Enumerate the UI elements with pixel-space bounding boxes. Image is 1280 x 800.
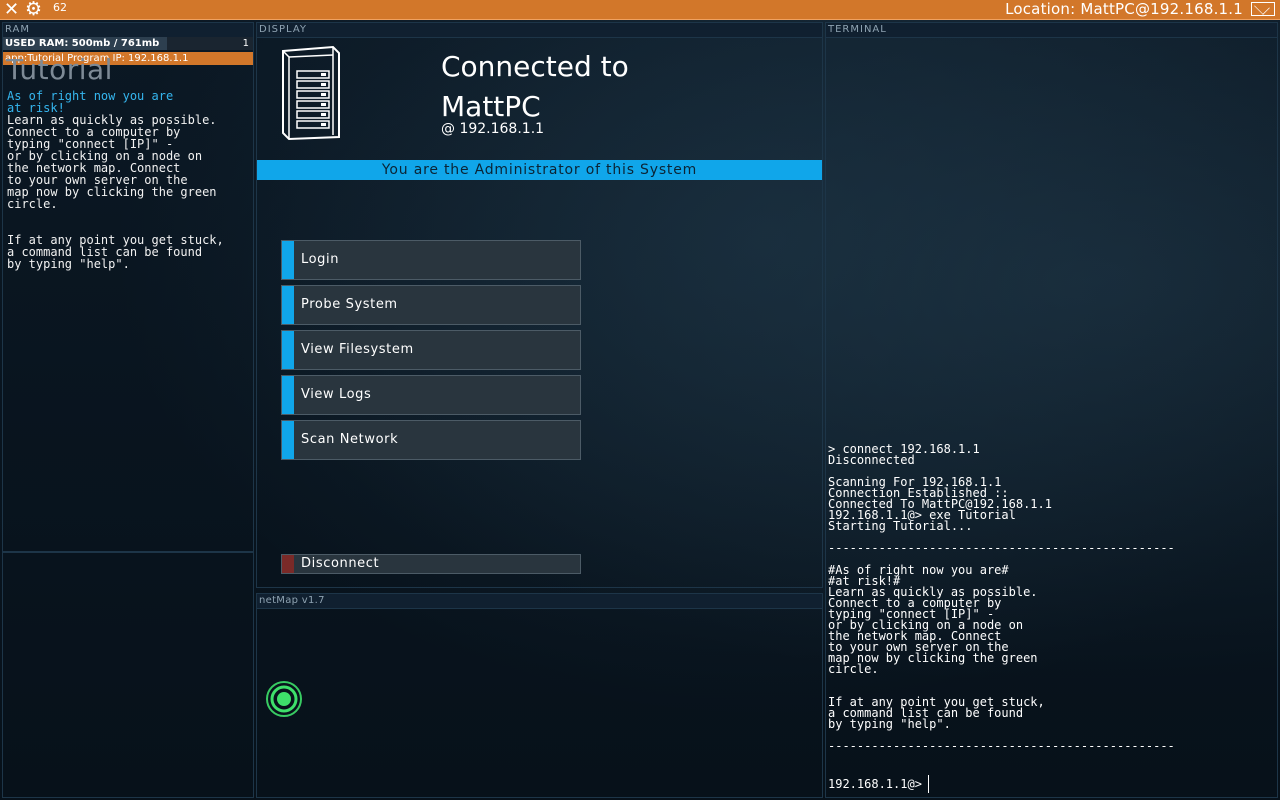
terminal-panel-header — [826, 23, 1277, 38]
terminal-output: > connect 192.168.1.1 Disconnected Scann… — [828, 442, 1175, 753]
display-panel: DISPLAY Connected to MattPC @ 192.168.1.… — [256, 22, 823, 588]
tutorial-instructions: Learn as quickly as possible. Connect to… — [7, 113, 224, 271]
connected-heading: Connected to MattPC — [441, 47, 629, 127]
tutorial-title: Tutorial — [6, 53, 113, 86]
netmap-panel: netMap v1.7 — [256, 593, 823, 798]
button-label: Login — [301, 252, 340, 267]
scan-network-button[interactable]: Scan Network — [281, 420, 581, 460]
exit-icon[interactable]: ✕ — [4, 0, 19, 19]
login-button[interactable]: Login — [281, 240, 581, 280]
button-label: Probe System — [301, 297, 398, 312]
button-label: View Logs — [301, 387, 372, 402]
button-accent — [282, 286, 294, 324]
connected-label: Connected to — [441, 50, 629, 83]
netmap-panel-header — [257, 594, 822, 609]
button-label: Scan Network — [301, 432, 399, 447]
gear-icon[interactable]: ⚙ — [25, 0, 42, 19]
button-label: Disconnect — [301, 556, 380, 571]
ram-usage-bar: USED RAM: 500mb / 761mb 1 — [3, 37, 253, 50]
probe-system-button[interactable]: Probe System — [281, 285, 581, 325]
tutorial-warning: As of right now you are at risk! — [7, 89, 174, 115]
display-panel-title: DISPLAY — [259, 24, 308, 35]
server-icon — [282, 45, 340, 141]
button-accent — [282, 241, 294, 279]
button-accent — [282, 331, 294, 369]
connected-ip: @ 192.168.1.1 — [441, 121, 545, 137]
button-accent — [282, 421, 294, 459]
top-bar: ✕ ⚙ 62 Location: MattPC@192.168.1.1 — [0, 0, 1280, 20]
terminal-panel-title: TERMINAL — [828, 24, 887, 35]
home-node-icon[interactable] — [265, 680, 303, 718]
ram-usage-text: USED RAM: 500mb / 761mb — [5, 38, 160, 49]
terminal-panel: TERMINAL > connect 192.168.1.1 Disconnec… — [825, 22, 1278, 798]
view-filesystem-button[interactable]: View Filesystem — [281, 330, 581, 370]
button-accent — [282, 555, 294, 573]
terminal-prompt: 192.168.1.1@> — [828, 777, 922, 791]
ram-panel-title: RAM — [5, 24, 31, 35]
terminal-input-cursor[interactable] — [928, 775, 929, 793]
view-logs-button[interactable]: View Logs — [281, 375, 581, 415]
ram-process-count: 1 — [242, 38, 249, 49]
ram-panel: RAM USED RAM: 500mb / 761mb 1 app:Tutori… — [2, 22, 254, 552]
ram-panel-header — [3, 23, 253, 38]
tutorial-text: As of right now you are at risk! Learn a… — [7, 90, 253, 270]
location-label: Location: MattPC@192.168.1.1 — [1005, 0, 1243, 18]
mail-icon[interactable] — [1251, 2, 1275, 16]
button-label: View Filesystem — [301, 342, 414, 357]
disconnect-button[interactable]: Disconnect — [281, 554, 581, 574]
admin-banner: You are the Administrator of this System — [257, 160, 822, 180]
fps-counter: 62 — [53, 1, 67, 14]
display-panel-header — [257, 23, 822, 38]
button-accent — [282, 376, 294, 414]
ram-empty-panel — [2, 552, 254, 798]
netmap-panel-title: netMap v1.7 — [259, 595, 325, 606]
